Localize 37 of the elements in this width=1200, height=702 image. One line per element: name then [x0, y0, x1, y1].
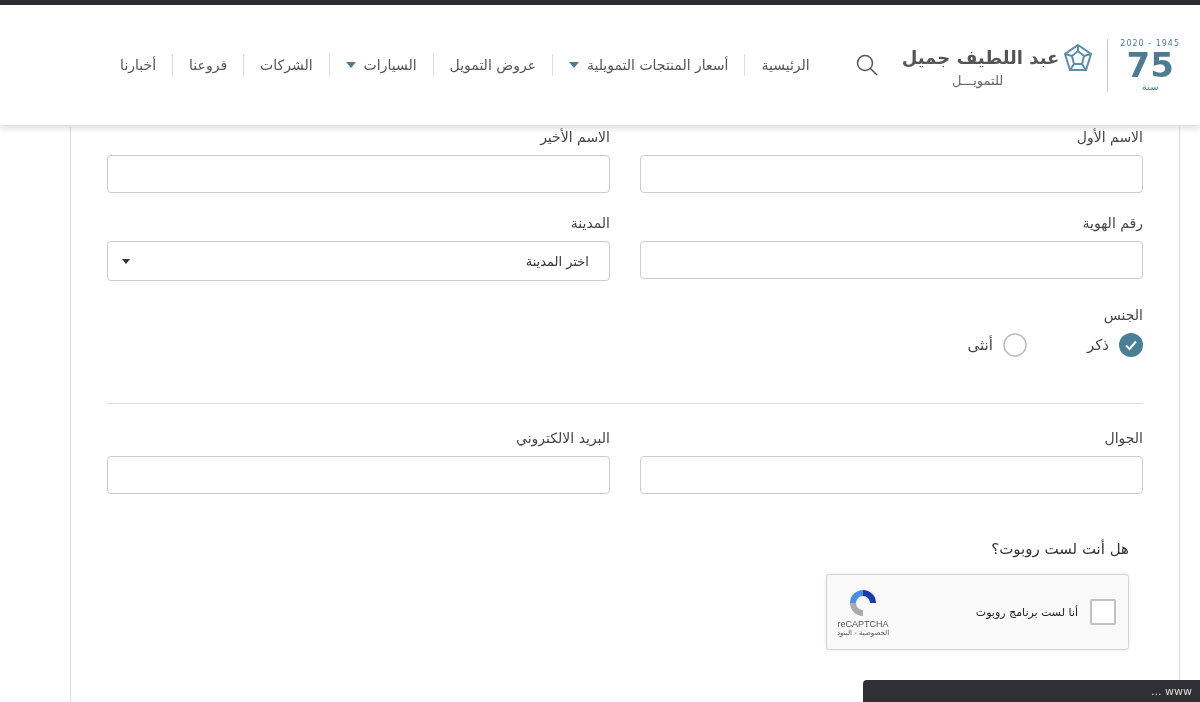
anniversary-number: 75	[1126, 47, 1174, 82]
nav-link[interactable]: أخبارنا	[110, 57, 167, 73]
captcha-label: أنا لست برنامج روبوت	[975, 605, 1078, 619]
field-label: الجوال	[1103, 430, 1143, 446]
captcha-checkbox[interactable]	[1090, 599, 1116, 625]
nav-link[interactable]: الرئيسية	[751, 57, 820, 73]
nav-link[interactable]: الشركات	[250, 57, 323, 73]
recaptcha-brand: reCAPTCHA	[837, 619, 889, 629]
brand-subtitle: للتمويـــل	[952, 72, 1005, 88]
field-label: رقم الهوية	[1081, 215, 1143, 231]
search-icon[interactable]	[855, 54, 878, 76]
caret-icon	[569, 62, 579, 68]
field-label: الاسم الأول	[1075, 129, 1143, 145]
nav-link[interactable]: فروعنا	[179, 57, 238, 73]
field-label: المدينة	[569, 215, 610, 231]
captcha-question: هل أنت لست روبوت؟	[990, 540, 1129, 558]
field-label: البريد الالكتروني	[515, 430, 610, 446]
field-label: الاسم الأخير	[538, 129, 610, 145]
input-field[interactable]	[107, 155, 610, 193]
radio-option[interactable]: ذكر	[1086, 333, 1143, 357]
caret-icon	[122, 258, 130, 264]
brand-name: عبد اللطيف جميل	[901, 47, 1060, 68]
caret-icon	[345, 62, 356, 68]
nav-link[interactable]: عروض التمويل	[439, 57, 546, 73]
input-field[interactable]	[640, 456, 1143, 494]
input-field[interactable]	[640, 241, 1143, 279]
city-dropdown[interactable]: اختر المدينة	[107, 241, 610, 281]
field-label: الجنس	[1102, 307, 1143, 323]
radio-option[interactable]: أنثى	[967, 333, 1027, 357]
input-field[interactable]	[107, 456, 610, 494]
nav-link[interactable]: السيارات	[335, 57, 427, 73]
logo-icon	[1063, 42, 1094, 73]
nav-link[interactable]: أسعار المنتجات التمويلية	[559, 57, 739, 73]
anniversary-word: سنة	[1141, 81, 1159, 92]
input-field[interactable]	[640, 155, 1143, 193]
anniversary-years: 2020 - 1945	[1120, 38, 1180, 48]
notification-text: ... www	[1151, 684, 1192, 698]
